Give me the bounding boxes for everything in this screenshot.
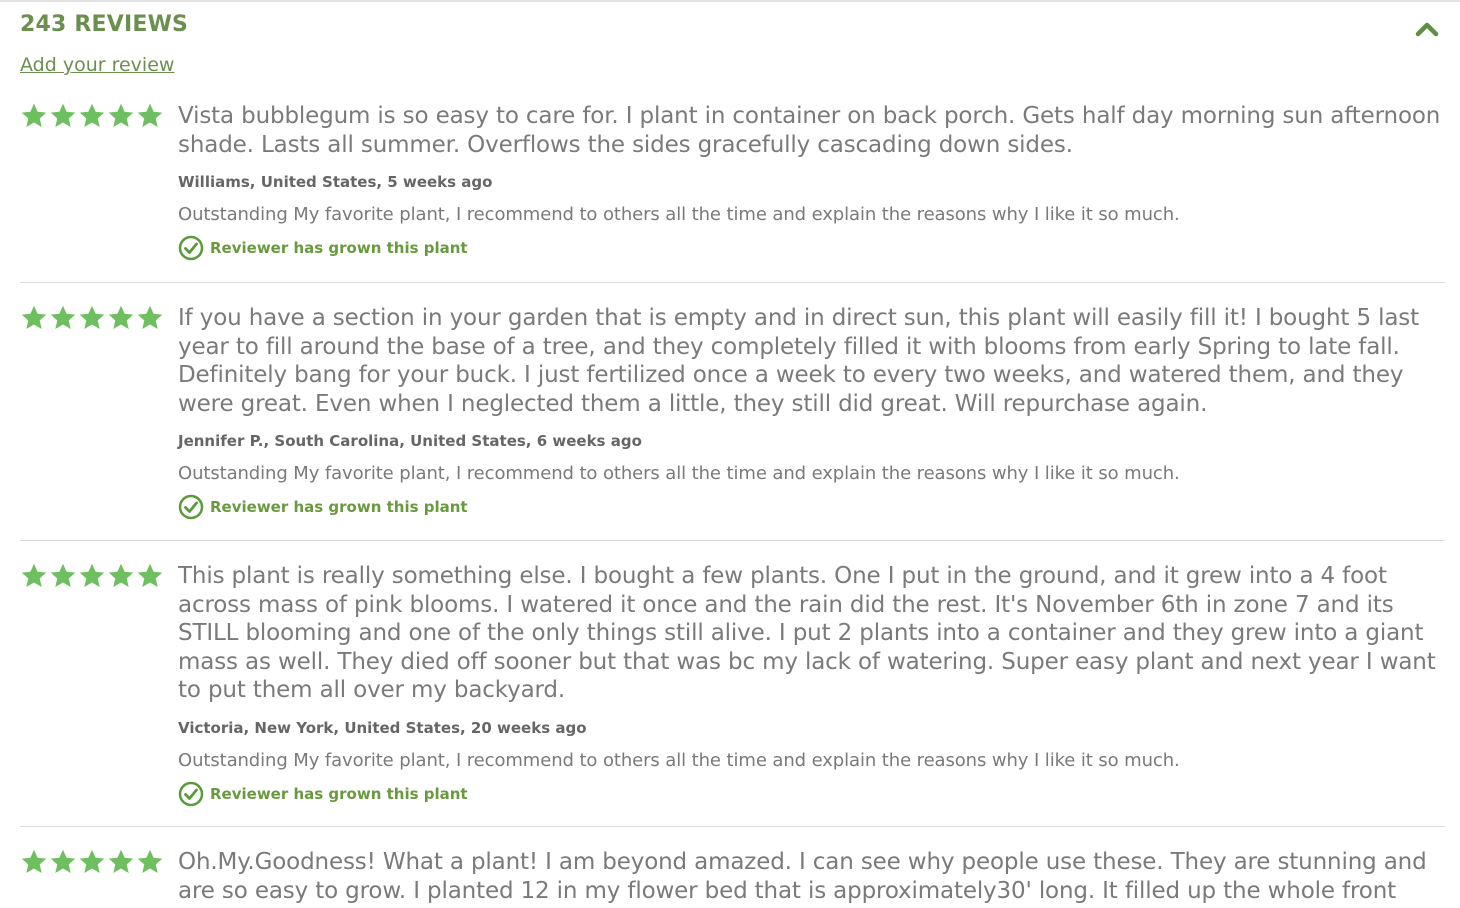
- star-icon: [20, 562, 48, 590]
- star-icon: [49, 102, 77, 130]
- reviewer-info: Williams, United States, 5 weeks ago: [178, 173, 493, 191]
- review-text: This plant is really something else. I b…: [178, 563, 1436, 703]
- star-icon: [20, 102, 48, 130]
- star-rating: [20, 102, 164, 130]
- rating-description: Outstanding My favorite plant, I recomme…: [178, 749, 1180, 771]
- review-text: Vista bubblegum is so easy to care for. …: [178, 103, 1441, 158]
- chevron-up-icon: [1415, 22, 1439, 37]
- review-text: If you have a section in your garden tha…: [178, 305, 1419, 417]
- review-divider: [20, 282, 1445, 283]
- star-icon: [136, 102, 164, 130]
- star-icon: [107, 562, 135, 590]
- star-icon: [107, 304, 135, 332]
- review-body: This plant is really something else. I b…: [178, 562, 1444, 807]
- star-icon: [78, 304, 106, 332]
- star-icon: [49, 562, 77, 590]
- star-icon: [78, 102, 106, 130]
- grown-label: Reviewer has grown this plant: [210, 498, 468, 516]
- rating-description: Outstanding My favorite plant, I recomme…: [178, 463, 1180, 484]
- collapse-button[interactable]: [1410, 12, 1444, 46]
- check-circle-icon: [178, 494, 204, 520]
- star-icon: [107, 848, 135, 876]
- star-icon: [49, 304, 77, 332]
- review-body: Oh.My.Goodness! What a plant! I am beyon…: [178, 848, 1444, 908]
- grown-badge: Reviewer has grown this plant: [178, 235, 1444, 261]
- star-icon: [49, 848, 77, 876]
- reviewer-info: Victoria, New York, United States, 20 we…: [178, 718, 587, 737]
- star-icon: [20, 848, 48, 876]
- check-circle-icon: [178, 235, 204, 261]
- check-circle-icon: [178, 781, 204, 806]
- review-body: Vista bubblegum is so easy to care for. …: [178, 102, 1444, 261]
- star-icon: [136, 562, 164, 590]
- star-icon: [20, 304, 48, 332]
- grown-badge: Reviewer has grown this plant: [178, 494, 1444, 520]
- review-divider: [20, 826, 1445, 827]
- reviews-count-heading: 243 REVIEWS: [20, 12, 189, 37]
- review-body: If you have a section in your garden tha…: [178, 304, 1444, 520]
- grown-label: Reviewer has grown this plant: [210, 784, 468, 803]
- star-icon: [78, 562, 106, 590]
- grown-badge: Reviewer has grown this plant: [178, 781, 1444, 807]
- star-icon: [107, 102, 135, 130]
- reviewer-info: Jennifer P., South Carolina, United Stat…: [178, 432, 642, 450]
- rating-description: Outstanding My favorite plant, I recomme…: [178, 204, 1180, 225]
- add-review-link[interactable]: Add your review: [20, 54, 174, 76]
- grown-label: Reviewer has grown this plant: [210, 239, 468, 257]
- star-rating: [20, 304, 164, 332]
- review-text: Oh.My.Goodness! What a plant! I am beyon…: [178, 849, 1427, 908]
- star-icon: [136, 304, 164, 332]
- star-icon: [136, 848, 164, 876]
- top-divider: [0, 0, 1460, 2]
- star-rating: [20, 848, 164, 876]
- review-divider: [20, 540, 1445, 541]
- star-rating: [20, 562, 164, 590]
- star-icon: [78, 848, 106, 876]
